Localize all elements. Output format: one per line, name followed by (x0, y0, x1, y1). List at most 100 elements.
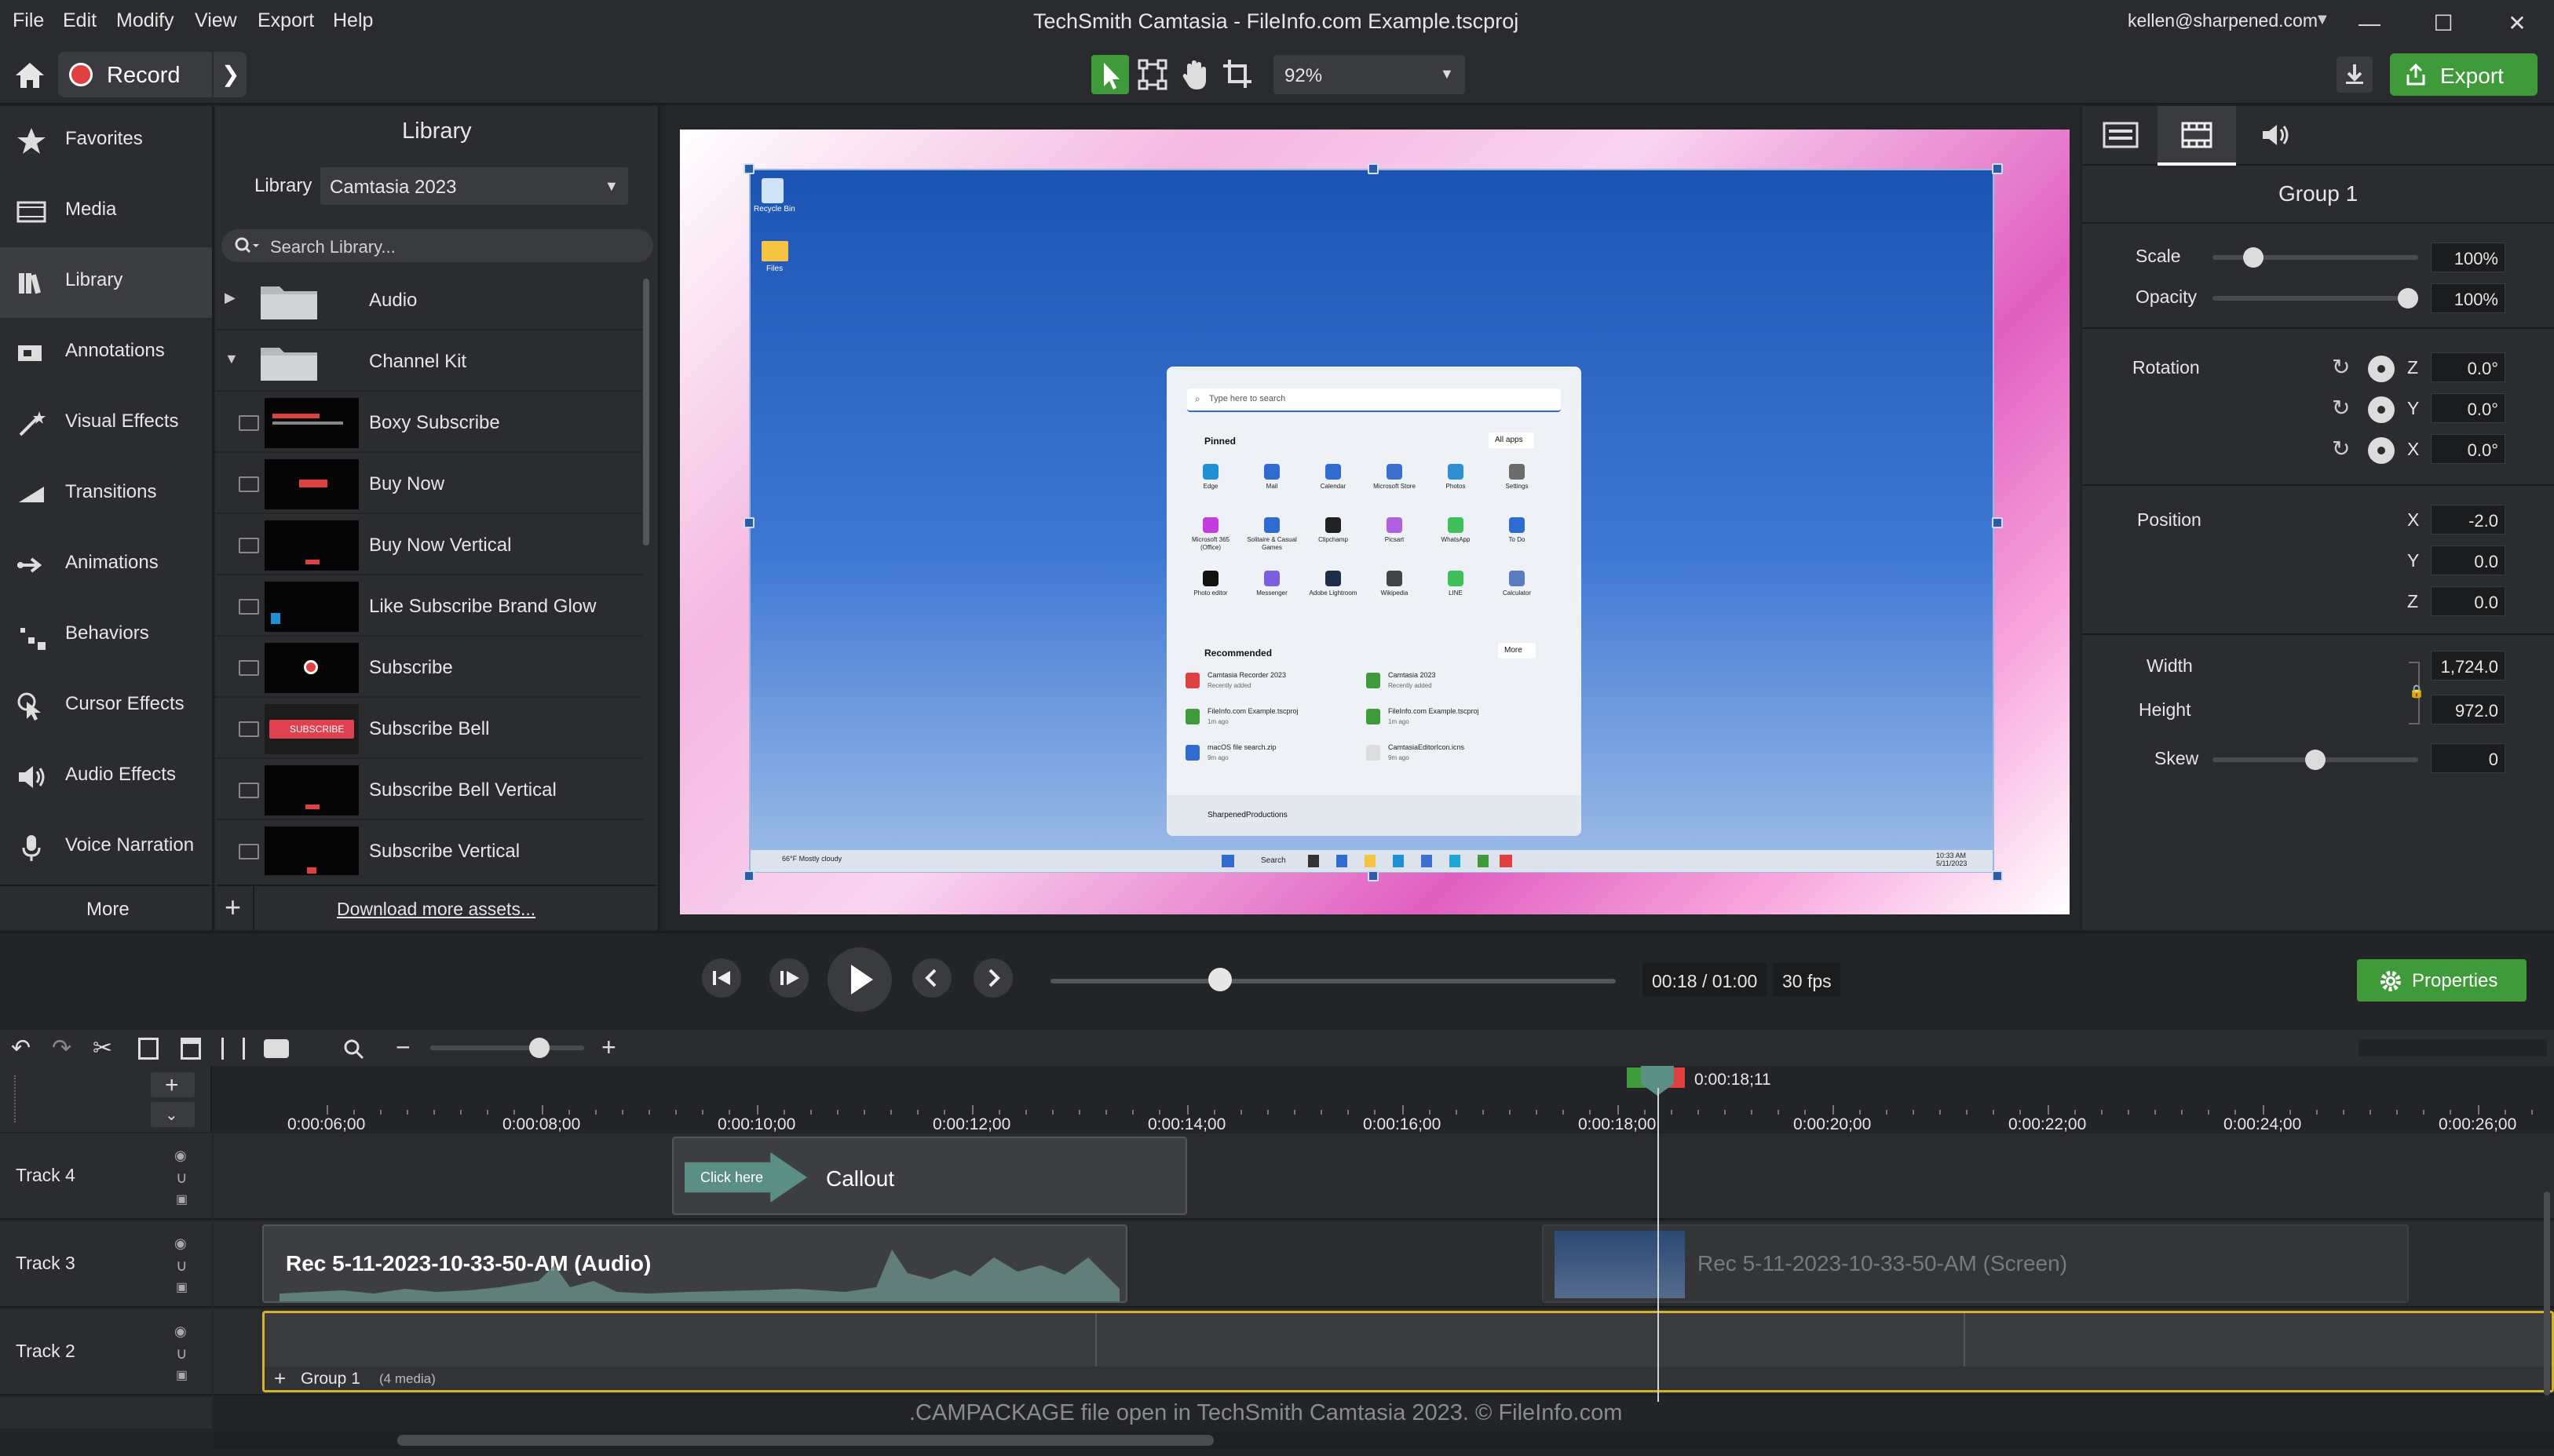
height-field[interactable]: 972.0 (2431, 695, 2505, 724)
library-folder[interactable]: ▼ Channel Kit (215, 332, 643, 392)
home-icon[interactable] (13, 60, 47, 91)
resize-handle[interactable] (1992, 516, 2003, 528)
magnet-icon[interactable]: ∪ (176, 1256, 188, 1275)
expand-icon[interactable]: + (274, 1367, 286, 1391)
redo-icon[interactable]: ↷ (52, 1035, 71, 1062)
pan-tool-button[interactable] (1176, 55, 1214, 94)
previous-marker-button[interactable] (912, 958, 952, 998)
resize-handle[interactable] (744, 163, 755, 174)
library-item[interactable]: Subscribe (215, 638, 643, 698)
vertical-scrollbar[interactable] (2544, 1191, 2550, 1396)
account-name[interactable]: kellen@sharpened.com (2128, 10, 2318, 31)
zoom-out-icon[interactable]: − (396, 1033, 411, 1062)
resize-handle[interactable] (1992, 870, 2003, 881)
copy-icon[interactable] (138, 1038, 159, 1060)
screen-clip[interactable]: Rec 5-11-2023-10-33-50-AM (Screen) (1542, 1224, 2409, 1303)
library-item[interactable]: Buy Now (215, 454, 643, 514)
skew-field[interactable]: 0 (2431, 743, 2505, 773)
track-lane[interactable]: Rec 5-11-2023-10-33-50-AM (Audio) Rec 5-… (214, 1221, 2554, 1308)
zoom-in-icon[interactable]: + (601, 1033, 616, 1062)
position-x-field[interactable]: -2.0 (2431, 505, 2505, 535)
timeline-ruler[interactable]: 0:00:06;00 0:00:08;00 0:00:10;00 0:00:12;00… (214, 1066, 2554, 1133)
chevron-down-icon[interactable]: ▼ (225, 351, 239, 367)
next-frame-button[interactable] (769, 958, 809, 998)
export-button[interactable]: Export (2390, 53, 2538, 96)
audio-clip[interactable]: Rec 5-11-2023-10-33-50-AM (Audio) (262, 1224, 1127, 1303)
properties-button[interactable]: Properties (2357, 959, 2527, 1002)
chevron-right-icon[interactable]: ❯ (221, 61, 239, 87)
maximize-icon[interactable]: ☐ (2428, 8, 2459, 39)
menu-export[interactable]: Export (258, 9, 314, 32)
add-track-button[interactable]: + (151, 1072, 195, 1098)
minimize-icon[interactable]: — (2354, 8, 2385, 39)
callout-clip[interactable]: Click here Callout (672, 1137, 1187, 1215)
opacity-slider[interactable] (2212, 296, 2418, 301)
position-y-field[interactable]: 0.0 (2431, 546, 2505, 575)
menu-modify[interactable]: Modify (116, 9, 174, 32)
lock-icon[interactable]: ▣ (176, 1367, 188, 1383)
track-lane[interactable]: + Group 1 (4 media) (214, 1309, 2554, 1396)
download-button[interactable] (2337, 57, 2373, 93)
record-button[interactable]: Record ❯ (58, 52, 247, 97)
eye-icon[interactable]: ◉ (174, 1148, 187, 1164)
search-input[interactable]: Search Library... (221, 229, 653, 262)
scale-field[interactable]: 100% (2431, 243, 2505, 272)
menu-help[interactable]: Help (333, 9, 373, 32)
resize-handle[interactable] (744, 870, 755, 881)
horizontal-scrollbar[interactable] (214, 1432, 2554, 1449)
scale-slider-knob[interactable] (2243, 247, 2264, 268)
resize-handle[interactable] (1368, 163, 1379, 174)
menu-file[interactable]: File (13, 9, 44, 32)
lock-icon[interactable]: 🔒 (2409, 684, 2424, 699)
rotation-dial[interactable] (2368, 396, 2395, 423)
track-header[interactable]: Track 2 ◉ ∪ ▣ (0, 1309, 212, 1396)
position-z-field[interactable]: 0.0 (2431, 586, 2505, 616)
opacity-field[interactable]: 100% (2431, 283, 2505, 313)
tab-audio[interactable] (2236, 106, 2315, 166)
nav-item-media[interactable]: Media (0, 177, 212, 247)
chevron-down-icon[interactable]: ▼ (2315, 11, 2330, 29)
undo-icon[interactable]: ↶ (11, 1035, 31, 1062)
playback-scrubber[interactable] (1050, 979, 1616, 983)
nav-item-cursor-effects[interactable]: Cursor Effects (0, 671, 212, 742)
library-select[interactable]: Camtasia 2023 ▼ (320, 167, 628, 205)
nav-item-animations[interactable]: Animations (0, 530, 212, 600)
nav-item-transitions[interactable]: Transitions (0, 459, 212, 530)
chevron-right-icon[interactable]: ▶ (225, 290, 236, 306)
magnet-icon[interactable]: ∪ (176, 1344, 188, 1363)
library-item[interactable]: SUBSCRIBE Subscribe Bell (215, 699, 643, 759)
library-item[interactable]: Buy Now Vertical (215, 516, 643, 575)
group-clip[interactable]: + Group 1 (4 media) (262, 1311, 2554, 1392)
more-button[interactable]: More (0, 885, 212, 930)
timeline-zoom-knob[interactable] (529, 1038, 550, 1058)
library-item[interactable]: Boxy Subscribe (215, 393, 643, 453)
nav-item-behaviors[interactable]: Behaviors (0, 600, 212, 671)
rotation-dial[interactable] (2368, 356, 2395, 382)
skew-slider-knob[interactable] (2305, 750, 2326, 770)
download-assets-link[interactable]: Download more assets... (337, 899, 535, 920)
camera-icon[interactable] (264, 1039, 289, 1058)
paste-icon[interactable] (181, 1038, 201, 1060)
track-header[interactable]: Track 3 ◉ ∪ ▣ (0, 1221, 212, 1308)
width-field[interactable]: 1,724.0 (2431, 651, 2505, 681)
library-folder[interactable]: ▶ Audio (215, 271, 643, 330)
nav-item-audio-effects[interactable]: Audio Effects (0, 742, 212, 812)
transform-tool-button[interactable] (1134, 55, 1171, 94)
library-item[interactable]: Subscribe Vertical (215, 822, 643, 875)
track-lane[interactable]: Click here Callout (214, 1133, 2554, 1220)
scrollbar[interactable] (643, 279, 649, 546)
resize-handle[interactable] (744, 516, 755, 528)
track-options-button[interactable]: ⌄ (151, 1102, 195, 1127)
add-icon[interactable]: + (215, 886, 254, 930)
nav-item-annotations[interactable]: Annotations (0, 318, 212, 389)
scrollbar-thumb[interactable] (397, 1435, 1214, 1446)
lock-icon[interactable]: ▣ (176, 1191, 188, 1207)
crop-tool-button[interactable] (1219, 55, 1256, 94)
menu-view[interactable]: View (195, 9, 237, 32)
opacity-slider-knob[interactable] (2397, 288, 2418, 308)
next-marker-button[interactable] (974, 958, 1013, 998)
recording-frame[interactable]: Recycle Bin Files ⌕ Type here to search … (749, 169, 1994, 873)
tab-video[interactable] (2158, 106, 2236, 166)
library-item[interactable]: Subscribe Bell Vertical (215, 761, 643, 820)
cut-icon[interactable]: ✂ (93, 1035, 112, 1062)
